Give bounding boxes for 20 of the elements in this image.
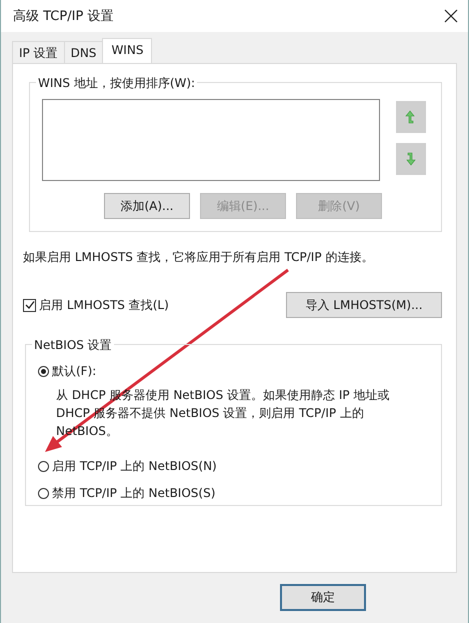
address-list[interactable]	[42, 99, 380, 181]
down-arrow-icon	[405, 152, 417, 166]
import-button[interactable]: 导入 LMHOSTS(M)...	[286, 292, 442, 318]
ok-button[interactable]: 确定	[280, 584, 366, 611]
group-title: WINS 地址，按使用排序(W):	[36, 75, 198, 92]
radio-label[interactable]: 启用 TCP/IP 上的 NetBIOS(N)	[52, 458, 217, 475]
radio-button[interactable]	[38, 461, 49, 472]
radio-label[interactable]: 默认(F):	[52, 363, 96, 380]
radio-button[interactable]	[38, 366, 49, 377]
tab[interactable]: IP 设置	[12, 41, 65, 63]
wins-button[interactable]: 添加(A)...	[104, 193, 190, 219]
radio-label[interactable]: 禁用 TCP/IP 上的 NetBIOS(S)	[52, 485, 216, 502]
close-icon[interactable]	[444, 9, 458, 23]
info-text: 如果启用 LMHOSTS 查找，它将应用于所有启用 TCP/IP 的连接。	[23, 249, 374, 266]
radio-button[interactable]	[38, 488, 49, 499]
checkbox[interactable]	[23, 298, 36, 312]
checkmark-icon	[24, 300, 34, 310]
tab[interactable]: WINS	[102, 38, 152, 63]
up-arrow-icon	[405, 110, 417, 124]
window-title: 高级 TCP/IP 设置	[13, 8, 114, 25]
